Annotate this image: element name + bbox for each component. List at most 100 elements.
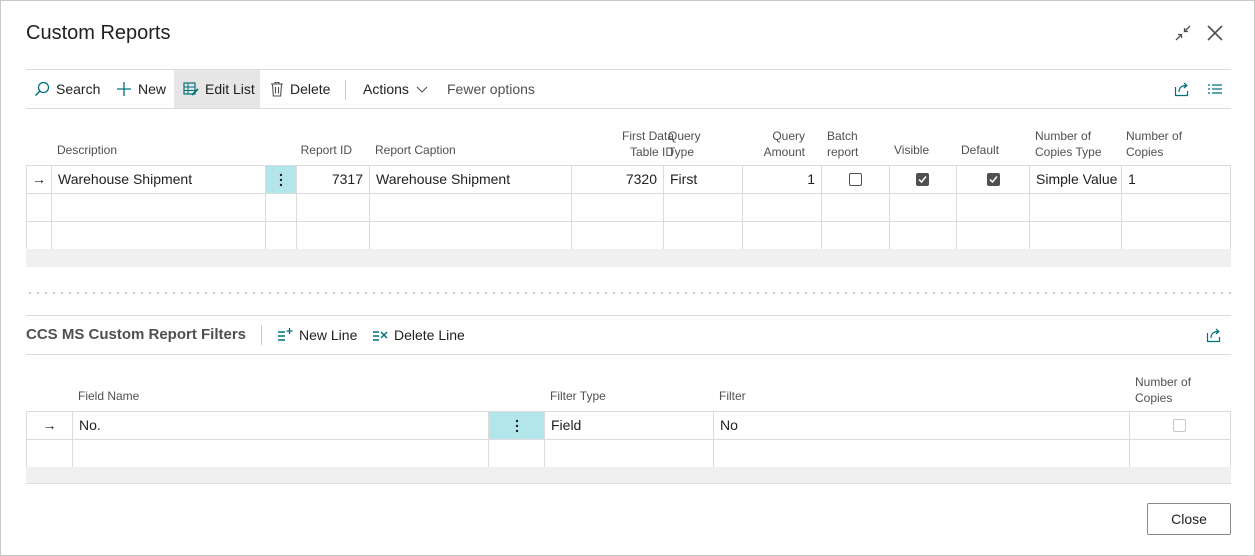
copies-type-cell[interactable]	[1030, 194, 1122, 222]
number-of-copies-cell[interactable]	[1122, 194, 1231, 222]
batch-report-cell[interactable]	[822, 194, 890, 222]
delete-line-button[interactable]: Delete Line	[372, 316, 465, 354]
row-indicator: →	[27, 166, 52, 194]
header-line: Number of	[1126, 129, 1183, 143]
close-button[interactable]: Close	[1147, 503, 1231, 535]
default-checkbox[interactable]	[987, 173, 1000, 186]
batch-report-checkbox[interactable]	[849, 173, 862, 186]
description-cell[interactable]: Warehouse Shipment	[52, 166, 266, 194]
filter-type-cell[interactable]: Field	[545, 412, 714, 440]
first-data-table-id-cell[interactable]	[572, 194, 664, 222]
header-line: Number of	[1035, 129, 1092, 143]
report-id-cell[interactable]: 7317	[297, 166, 370, 194]
collapse-button[interactable]	[1171, 21, 1195, 45]
actions-menu-button[interactable]: Actions	[363, 70, 429, 108]
field-name-cell[interactable]	[73, 440, 489, 468]
divider	[26, 483, 1231, 484]
horizontal-scrollbar[interactable]	[26, 249, 1231, 267]
page-title: Custom Reports	[26, 22, 171, 44]
edit-list-label: Edit List	[205, 81, 255, 97]
description-cell[interactable]	[52, 194, 266, 222]
new-label: New	[138, 81, 167, 97]
filter-type-cell[interactable]	[545, 440, 714, 468]
delete-label: Delete	[290, 81, 331, 97]
table-row[interactable]: → No. Field No	[27, 412, 1231, 440]
column-header-copies-type[interactable]: Number of Copies Type	[1035, 128, 1102, 160]
new-button[interactable]: New	[116, 70, 166, 108]
column-header-default[interactable]: Default	[961, 142, 999, 158]
check-icon	[989, 176, 998, 184]
column-header-number-of-copies[interactable]: Number of Copies	[1126, 128, 1182, 160]
batch-report-cell[interactable]	[822, 222, 890, 250]
copies-type-cell[interactable]: Simple Value	[1030, 166, 1122, 194]
row-indicator	[27, 440, 73, 468]
table-row[interactable]	[27, 440, 1231, 468]
filter-cell[interactable]: No	[714, 412, 1130, 440]
query-amount-cell[interactable]	[743, 222, 822, 250]
table-row[interactable]	[27, 222, 1231, 250]
filters-share-button[interactable]	[1206, 316, 1228, 354]
search-button[interactable]: Search	[34, 70, 100, 108]
filters-section-title[interactable]: CCS MS Custom Report Filters	[26, 326, 246, 343]
report-id-cell[interactable]	[297, 194, 370, 222]
column-header-report-caption[interactable]: Report Caption	[375, 142, 456, 158]
query-amount-cell[interactable]	[743, 194, 822, 222]
column-header-query-amount[interactable]: Query Amount	[742, 128, 805, 160]
column-header-first-data-table-id[interactable]: First Data Table ID	[571, 128, 674, 160]
first-data-table-id-cell[interactable]: 7320	[572, 166, 664, 194]
delete-button[interactable]: Delete	[270, 70, 330, 108]
column-header-report-id[interactable]: Report ID	[296, 142, 352, 158]
column-header-description[interactable]: Description	[57, 142, 117, 158]
new-line-button[interactable]: New Line	[277, 316, 357, 354]
row-menu-cell	[266, 222, 297, 250]
filters-grid: → No. Field No	[26, 411, 1231, 468]
close-window-button[interactable]	[1203, 21, 1227, 45]
visible-checkbox[interactable]	[916, 173, 929, 186]
horizontal-scrollbar[interactable]	[26, 467, 1231, 483]
query-type-cell[interactable]	[664, 222, 743, 250]
query-type-cell[interactable]	[664, 194, 743, 222]
first-data-table-id-cell[interactable]	[572, 222, 664, 250]
default-cell[interactable]	[957, 194, 1030, 222]
row-menu-button[interactable]	[489, 412, 545, 440]
column-header-filter-number-of-copies[interactable]: Number of Copies	[1135, 374, 1191, 406]
chevron-down-icon	[416, 86, 428, 93]
query-amount-cell[interactable]: 1	[743, 166, 822, 194]
edit-list-button[interactable]: Edit List	[174, 70, 260, 108]
query-type-cell[interactable]: First	[664, 166, 743, 194]
share-button[interactable]	[1174, 70, 1196, 108]
report-caption-cell[interactable]: Warehouse Shipment	[370, 166, 572, 194]
column-header-filter[interactable]: Filter	[719, 388, 746, 404]
column-header-filter-type[interactable]: Filter Type	[550, 388, 606, 404]
list-view-button[interactable]	[1207, 70, 1229, 108]
filter-cell[interactable]	[714, 440, 1130, 468]
report-caption-cell[interactable]	[370, 194, 572, 222]
visible-cell[interactable]	[890, 222, 957, 250]
description-cell[interactable]	[52, 222, 266, 250]
column-header-field-name[interactable]: Field Name	[78, 388, 139, 404]
table-row[interactable]	[27, 194, 1231, 222]
report-caption-cell[interactable]	[370, 222, 572, 250]
default-cell[interactable]	[957, 222, 1030, 250]
table-row[interactable]: → Warehouse Shipment 7317 Warehouse Ship…	[27, 166, 1231, 194]
visible-cell[interactable]	[890, 194, 957, 222]
row-menu-button[interactable]	[266, 166, 297, 194]
number-of-copies-cell[interactable]	[1122, 222, 1231, 250]
plus-icon	[117, 82, 131, 96]
number-of-copies-checkbox[interactable]	[1173, 419, 1186, 432]
number-of-copies-cell[interactable]: 1	[1122, 166, 1231, 194]
close-icon	[1207, 25, 1223, 41]
column-header-query-type[interactable]: Query Type	[668, 128, 701, 160]
copies-type-cell[interactable]	[1030, 222, 1122, 250]
column-header-batch-report[interactable]: Batch report	[827, 128, 858, 160]
field-name-cell[interactable]: No.	[73, 412, 489, 440]
fewer-options-button[interactable]: Fewer options	[447, 70, 535, 108]
header-line: Copies Type	[1035, 145, 1102, 159]
column-header-visible[interactable]: Visible	[894, 142, 929, 158]
filter-copies-cell[interactable]	[1130, 440, 1231, 468]
report-id-cell[interactable]	[297, 222, 370, 250]
header-line: Copies	[1135, 391, 1173, 405]
splitter-handle[interactable]	[26, 292, 1231, 294]
visible-cell	[890, 166, 957, 194]
search-icon	[35, 81, 50, 96]
